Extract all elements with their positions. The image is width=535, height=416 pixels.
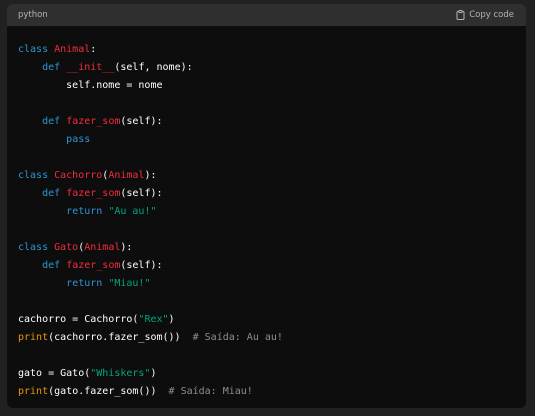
code-token: Animal	[108, 170, 145, 181]
code-line: print(gato.fazer_som()) # Saída: Miau!	[18, 383, 515, 401]
code-token: )	[168, 314, 175, 325]
code-token: "Au au!"	[108, 206, 157, 217]
code-line: gato = Gato("Whiskers")	[18, 365, 515, 383]
code-token: (self, nome):	[114, 62, 193, 73]
code-token: Gato	[54, 242, 79, 253]
code-line: print(cachorro.fazer_som()) # Saída: Au …	[18, 329, 515, 347]
code-line: def __init__(self, nome):	[18, 59, 515, 77]
code-token: Animal	[54, 44, 91, 55]
code-token: "Rex"	[138, 314, 169, 325]
code-line: def fazer_som(self):	[18, 257, 515, 275]
code-line: class Gato(Animal):	[18, 239, 515, 257]
code-token: __init__	[66, 62, 115, 73]
code-token: def	[42, 188, 67, 199]
copy-code-label: Copy code	[469, 10, 514, 20]
code-token: return	[66, 206, 109, 217]
code-token: def	[42, 116, 67, 127]
copy-code-button[interactable]: Copy code	[456, 10, 514, 20]
code-token: print	[18, 332, 49, 343]
code-token: def	[42, 260, 67, 271]
code-token: class	[18, 242, 55, 253]
code-token: (cachorro.fazer_som())	[48, 332, 193, 343]
code-token: # Saída: Miau!	[168, 386, 253, 397]
language-label: python	[18, 10, 48, 20]
code-token: cachorro = Cachorro(	[18, 314, 139, 325]
code-token: (gato.fazer_som())	[48, 386, 169, 397]
code-line: cachorro = Cachorro("Rex")	[18, 311, 515, 329]
code-block: python Copy code class Animal: def __ini…	[7, 4, 526, 408]
code-token: "Whiskers"	[90, 368, 151, 379]
code-token: (self):	[120, 260, 163, 271]
code-line: return "Au au!"	[18, 203, 515, 221]
code-token: class	[18, 44, 55, 55]
code-token: "Miau!"	[108, 278, 151, 289]
code-token: print	[18, 386, 49, 397]
code-token: Cachorro	[54, 170, 103, 181]
code-line: self.nome = nome	[18, 77, 515, 95]
code-token: pass	[66, 134, 91, 145]
code-line: class Animal:	[18, 41, 515, 59]
code-header: python Copy code	[7, 4, 526, 26]
code-token: fazer_som	[66, 116, 121, 127]
code-line: pass	[18, 131, 515, 149]
clipboard-icon	[456, 10, 465, 20]
code-token: )	[150, 368, 157, 379]
code-token: self.nome = nome	[18, 80, 163, 91]
code-line: return "Miau!"	[18, 275, 515, 293]
code-token: def	[42, 62, 67, 73]
code-token: (self):	[120, 188, 163, 199]
code-line: class Cachorro(Animal):	[18, 167, 515, 185]
code-token: fazer_som	[66, 260, 121, 271]
code-token: ):	[120, 242, 133, 253]
code-token: :	[90, 44, 97, 55]
code-line: def fazer_som(self):	[18, 185, 515, 203]
code-token: fazer_som	[66, 188, 121, 199]
code-token: ):	[144, 170, 157, 181]
code-token: (self):	[120, 116, 163, 127]
code-content: class Animal: def __init__(self, nome): …	[7, 26, 526, 401]
code-token: Animal	[84, 242, 121, 253]
code-token: class	[18, 170, 55, 181]
code-token: # Saída: Au au!	[192, 332, 283, 343]
code-line: def fazer_som(self):	[18, 113, 515, 131]
code-token: return	[66, 278, 109, 289]
code-token: gato = Gato(	[18, 368, 91, 379]
